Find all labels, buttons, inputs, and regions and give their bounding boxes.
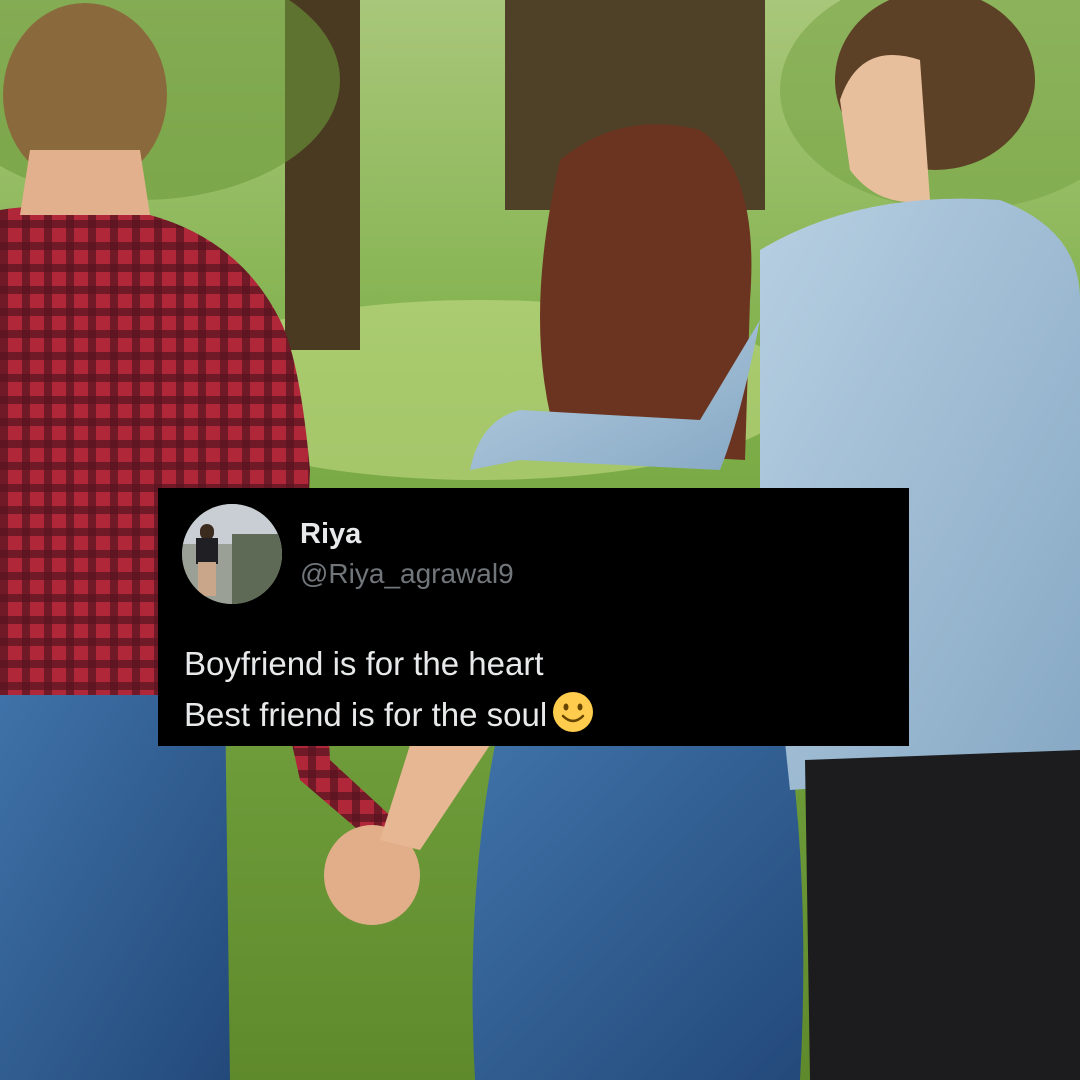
avatar[interactable]: [182, 504, 282, 604]
jeans-woman: [472, 745, 804, 1080]
avatar-photo: [182, 504, 282, 604]
user-handle[interactable]: @Riya_agrawal9: [300, 558, 514, 590]
neck-left: [20, 150, 150, 215]
tweet-line: Best friend is for the soul: [184, 696, 548, 733]
tweet-card[interactable]: Riya @Riya_agrawal9 Boyfriend is for the…: [158, 488, 909, 746]
tweet-line: Boyfriend is for the heart: [184, 645, 544, 682]
display-name[interactable]: Riya: [300, 518, 361, 551]
tweet-line-with-emoji: Best friend is for the soul: [184, 689, 595, 740]
jeans-left: [0, 695, 230, 1080]
tweet-text: Boyfriend is for the heart Best friend i…: [184, 638, 595, 740]
dark-pants: [805, 750, 1080, 1080]
slightly-smiling-face-emoji: [553, 692, 594, 732]
